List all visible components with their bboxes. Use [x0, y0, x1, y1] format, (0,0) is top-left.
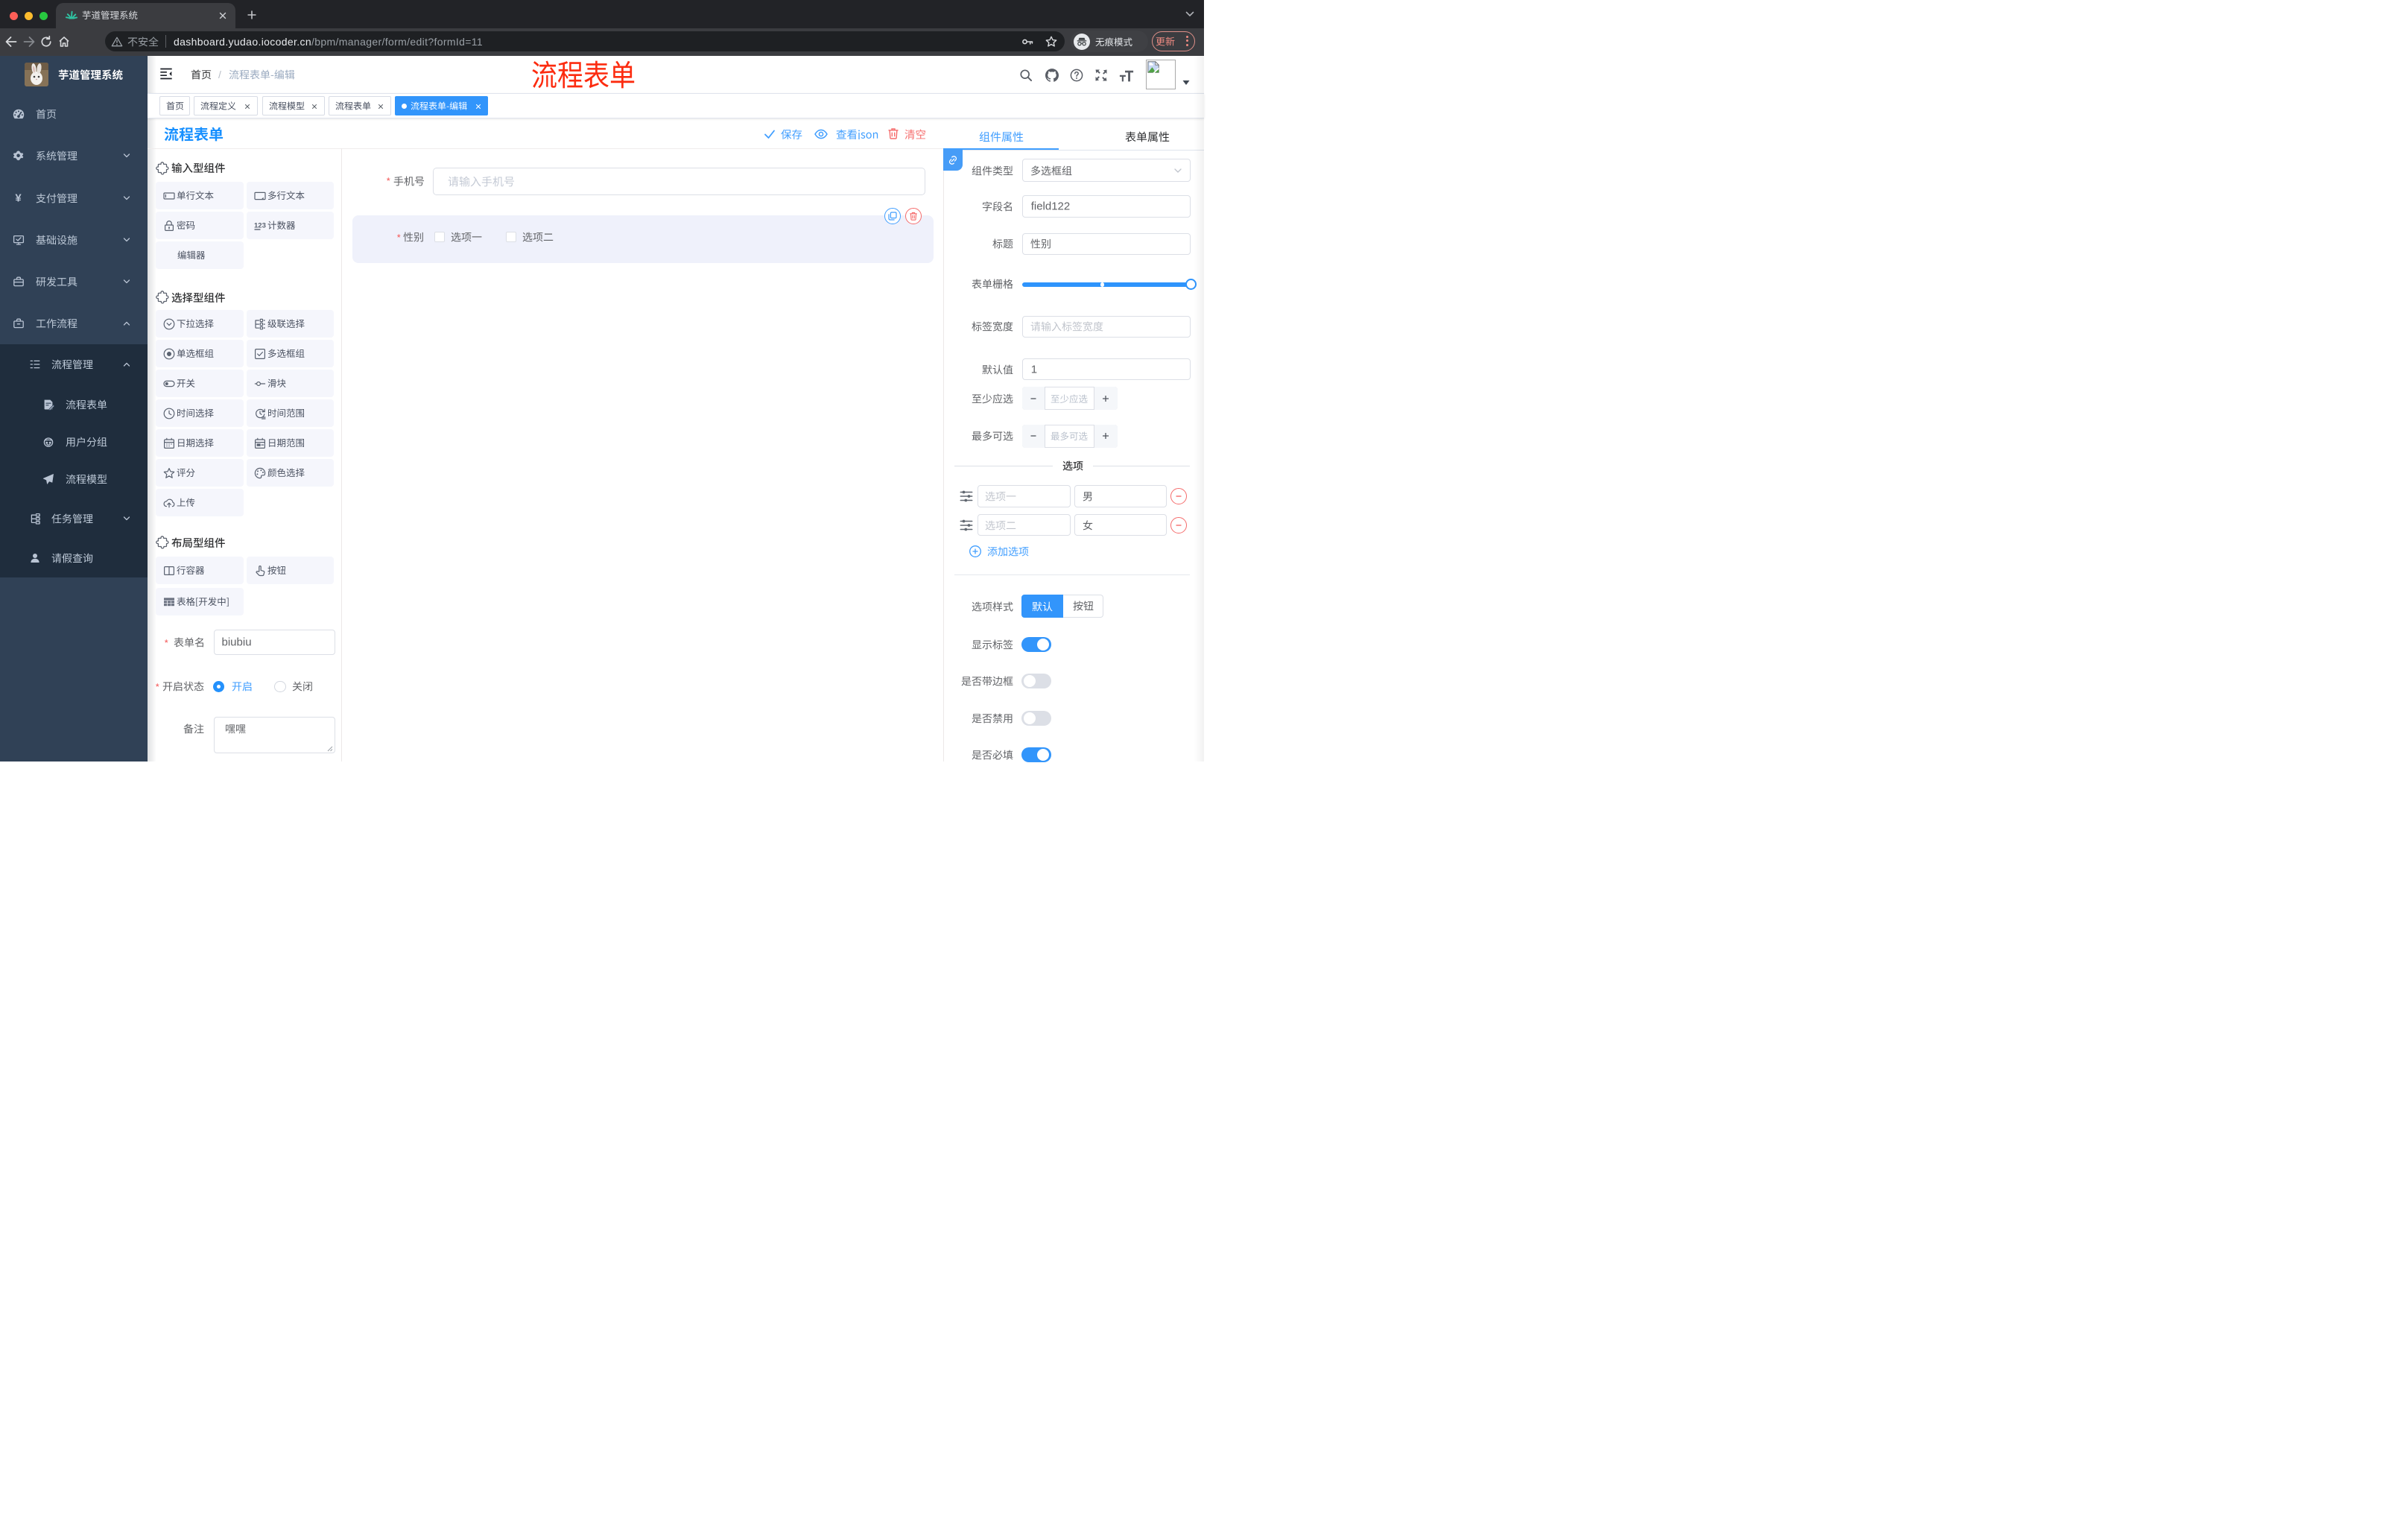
- svg-text:123: 123: [254, 221, 266, 229]
